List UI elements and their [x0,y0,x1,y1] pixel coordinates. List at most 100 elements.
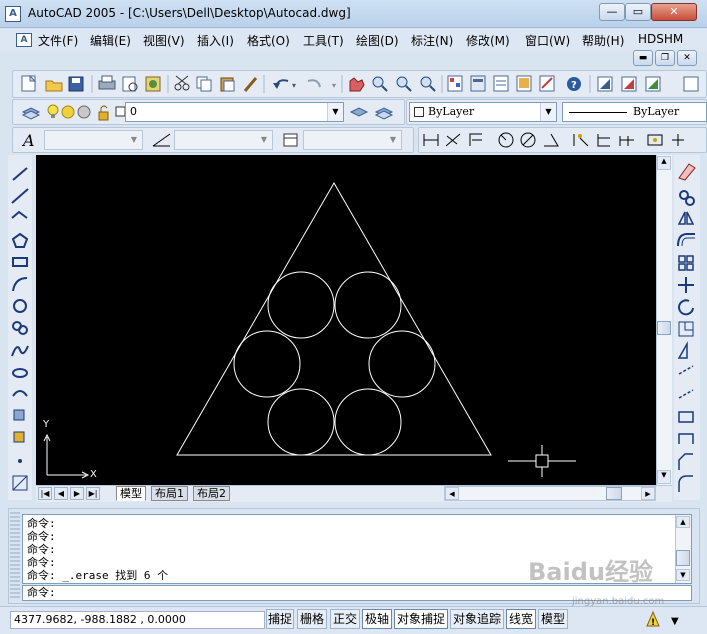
aligned-dimension-icon[interactable] [445,133,461,147]
express-tool-2-icon[interactable] [621,76,637,92]
angular-dimension-icon[interactable] [544,133,559,147]
circle-4[interactable] [368,330,436,398]
matchprop-icon[interactable] [243,77,258,92]
publish-icon[interactable] [145,76,161,92]
zoom-window-icon[interactable] [396,76,412,92]
express-tool-4-icon[interactable] [683,76,699,92]
chamfer-icon[interactable] [678,453,693,470]
circle-icon[interactable] [13,299,27,313]
save-icon[interactable] [68,76,84,92]
vertical-scroll-thumb[interactable] [657,321,671,335]
circle-3[interactable] [233,330,301,398]
command-window-grip[interactable] [10,512,20,600]
menu-view[interactable]: 视图(V) [143,32,185,49]
command-scroll-thumb[interactable] [676,550,690,566]
color-dropdown[interactable]: ByLayer ▼ [409,102,557,122]
menu-tools[interactable]: 工具(T) [303,32,344,49]
chevron-down-icon[interactable]: ▼ [385,131,401,149]
quick-dimension-icon[interactable] [573,134,589,147]
baseline-dimension-icon[interactable] [597,134,610,147]
prev-tab-icon[interactable]: ◀ [54,487,68,500]
properties-icon[interactable] [447,75,463,92]
preview-icon[interactable] [122,76,138,92]
maximize-button[interactable]: ▭ [625,3,651,21]
help-icon[interactable]: ? [567,77,581,91]
next-tab-icon[interactable]: ▶ [70,487,84,500]
insert-block-icon[interactable] [13,409,25,421]
scroll-right-icon[interactable]: ▶ [641,487,655,500]
paste-icon[interactable] [220,77,235,92]
table-style-icon[interactable] [283,133,298,147]
menu-format[interactable]: 格式(O) [247,32,290,49]
spline-icon[interactable] [11,345,29,357]
array-icon[interactable] [678,255,694,271]
express-tool-1-icon[interactable] [597,76,613,92]
scale-icon[interactable] [678,321,694,337]
doc-close-button[interactable]: ✕ [677,50,697,66]
toggle-grid[interactable]: 栅格 [297,609,327,629]
radius-dimension-icon[interactable] [498,132,514,148]
design-center-icon[interactable] [470,75,486,92]
toggle-polar[interactable]: 极轴 [362,609,392,629]
make-block-icon[interactable] [13,431,25,443]
move-icon[interactable] [678,277,694,293]
open-icon[interactable] [45,80,63,92]
doc-minimize-button[interactable]: ▬ [633,50,653,66]
join-icon[interactable] [678,433,694,444]
revcloud-icon[interactable] [12,321,28,335]
layer-manager-icon[interactable] [21,107,41,120]
ordinate-dimension-icon[interactable] [469,133,482,146]
express-tool-3-icon[interactable] [645,76,661,92]
scroll-left-icon[interactable]: ◀ [445,487,459,500]
menu-window[interactable]: 窗口(W) [525,32,570,49]
linear-dimension-icon[interactable] [423,134,439,146]
fillet-icon[interactable] [678,475,693,492]
ellipse-icon[interactable] [12,368,28,378]
diameter-dimension-icon[interactable] [520,132,536,148]
extend-icon[interactable] [678,389,694,399]
chevron-down-icon[interactable]: ▼ [256,131,272,149]
horizontal-scroll-thumb[interactable] [606,487,622,500]
layer-dropdown[interactable]: 0 ▼ [125,102,344,122]
continue-dimension-icon[interactable] [619,136,634,146]
layer-previous-icon[interactable] [374,107,394,120]
zoom-previous-icon[interactable] [420,76,436,92]
menu-hdshm[interactable]: HDSHM [638,32,683,46]
circle-1[interactable] [267,271,335,339]
toggle-model[interactable]: 模型 [538,609,568,629]
scroll-down-icon[interactable]: ▼ [657,470,671,484]
menu-draw[interactable]: 绘图(D) [356,32,399,49]
text-style-dropdown[interactable]: ▼ [44,130,143,150]
tool-palettes-icon[interactable] [493,75,509,92]
cut-icon[interactable] [174,75,190,91]
table-style-dropdown[interactable]: ▼ [303,130,402,150]
chevron-down-icon[interactable]: ▼ [126,131,142,149]
toggle-otrack[interactable]: 对象追踪 [450,609,504,629]
last-tab-icon[interactable]: ▶| [86,487,100,500]
xline-icon[interactable] [11,188,29,204]
tab-model[interactable]: 模型 [116,486,146,501]
break-icon[interactable] [678,411,694,423]
communication-center-icon[interactable]: ! [646,610,660,628]
redo-icon[interactable] [307,79,321,88]
toggle-osnap[interactable]: 对象捕捉 [394,609,448,629]
close-button[interactable]: ✕ [651,3,697,21]
document-menu-icon[interactable]: A [16,33,32,47]
coordinate-display[interactable]: 4377.9682, -988.1882 , 0.0000 [10,611,265,629]
markup-icon[interactable] [539,75,555,92]
status-menu-arrow-icon[interactable]: ▼ [671,616,679,627]
arc-icon[interactable] [12,277,28,292]
rectangle-icon[interactable] [12,257,28,267]
menu-file[interactable]: 文件(F) [38,32,78,49]
stretch-icon[interactable] [677,341,688,359]
chevron-down-icon[interactable]: ▼ [327,103,343,121]
point-icon[interactable] [18,459,22,463]
scroll-down-icon[interactable]: ▼ [676,569,690,581]
text-style-icon[interactable]: A [21,131,35,150]
menu-dimension[interactable]: 标注(N) [411,32,453,49]
new-icon[interactable] [21,74,37,92]
polyline-icon[interactable] [11,210,28,219]
copy-icon[interactable] [196,76,212,92]
doc-restore-button[interactable]: ❐ [655,50,675,66]
triangle[interactable] [176,181,492,456]
